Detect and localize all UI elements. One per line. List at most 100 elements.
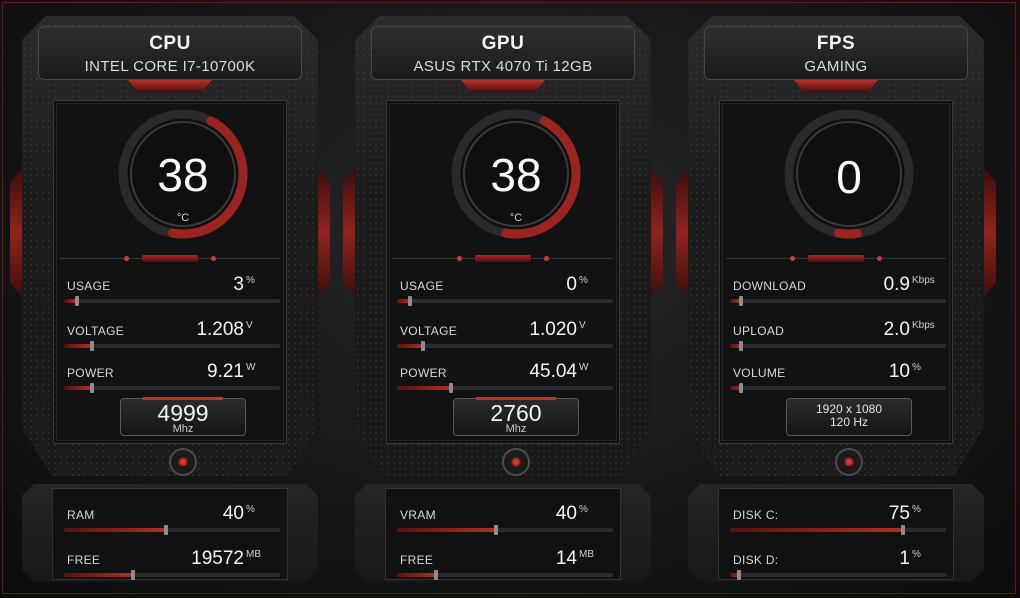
metric-value: 1 [899,548,910,569]
panel-subtitle: INTEL CORE I7-10700K [84,58,256,75]
metric-unit: W [579,362,589,373]
metric-free: FREE 19572 MB [64,540,304,580]
metric-value: 0.9 [883,274,910,295]
metric-slider[interactable] [397,341,613,351]
slider-knob[interactable] [449,383,453,393]
metric-label: RAM [67,508,95,522]
clock-value: 4999 [157,400,209,426]
slider-knob[interactable] [74,296,79,306]
metric-slider[interactable] [64,383,280,393]
metric-usage: USAGE 0 % [397,266,637,306]
metric-slider[interactable] [730,341,946,351]
display-readout: 1920 x 1080 120 Hz [786,398,912,436]
slider-knob[interactable] [90,341,95,351]
panel-title: FPS [816,33,856,54]
panel-right-accent [984,168,996,298]
panel-left-accent [676,168,688,298]
slider-knob[interactable] [163,525,168,535]
slider-knob[interactable] [900,525,905,535]
metric-disk-d: DISK D: 1 % [730,540,970,580]
slider-knob[interactable] [433,570,438,580]
slider-knob[interactable] [420,341,425,351]
metric-slider[interactable] [64,525,280,535]
metric-label: DOWNLOAD [733,279,807,293]
slider-knob[interactable] [738,296,743,306]
gauge-value: 38 [157,149,209,201]
metric-value: 75 [888,503,910,524]
gauge-value: 38 [490,149,542,201]
metric-value: 1.020 [529,319,577,340]
metric-power: POWER 45.04 W [397,353,637,393]
slider-knob[interactable] [494,525,499,535]
metric-label: DISK D: [733,553,779,567]
panel-subtitle: GAMING [804,58,868,75]
metric-label: VOLUME [733,366,786,380]
metric-label: POWER [67,366,114,380]
metric-unit: % [579,275,588,286]
metric-disk-c: DISK C: 75 % [730,495,970,535]
metric-unit: V [579,320,586,331]
metric-slider[interactable] [397,383,613,393]
metric-free: FREE 14 MB [397,540,637,580]
volume-slider[interactable] [730,383,946,393]
section-divider [393,254,613,263]
gauge-unit: °C [176,212,190,224]
metric-unit: % [579,504,588,515]
header-red-strip [794,80,878,92]
metric-label: VRAM [400,508,436,522]
clock-readout: 2760 Mhz [453,397,579,436]
metric-slider[interactable] [730,570,946,580]
metric-slider[interactable] [64,296,280,306]
metric-slider[interactable] [397,570,613,580]
slider-knob[interactable] [738,341,743,351]
metric-slider[interactable] [397,525,613,535]
metric-slider[interactable] [730,296,946,306]
display-refresh: 120 Hz [829,415,869,429]
metric-value: 19572 [191,548,244,569]
panel-header: GPU ASUS RTX 4070 Ti 12GB [371,26,635,80]
metric-unit: % [912,549,921,560]
metric-value: 0 [566,274,577,295]
gauge-unit: °C [509,212,523,224]
metric-unit: V [246,320,253,331]
metric-voltage: VOLTAGE 1.020 V [397,311,637,351]
metric-slider[interactable] [397,296,613,306]
clock-value: 2760 [490,400,542,426]
metric-label: FREE [67,553,101,567]
metric-slider[interactable] [64,341,280,351]
metric-value: 10 [888,361,910,382]
slider-knob[interactable] [738,383,743,393]
metric-label: UPLOAD [733,324,785,338]
metric-value: 1.208 [196,319,244,340]
metric-power: POWER 9.21 W [64,353,304,393]
metric-unit: MB [246,549,261,560]
slider-knob[interactable] [131,570,136,580]
metric-slider[interactable] [730,525,946,535]
metric-value: 2.0 [883,319,910,340]
slider-knob[interactable] [407,296,412,306]
metric-vram: VRAM 40 % [397,495,637,535]
panel-subtitle: ASUS RTX 4070 Ti 12GB [413,58,593,75]
metric-label: FREE [400,553,434,567]
panel-left-accent [10,168,22,298]
metric-unit: % [246,504,255,515]
panel-header: FPS GAMING [704,26,968,80]
fan-icon [169,448,197,476]
metric-label: USAGE [400,279,444,293]
metric-unit: Kbps [912,275,935,286]
fan-icon [502,448,530,476]
metric-ram: RAM 40 % [64,495,304,535]
section-divider [60,254,280,263]
metric-unit: % [912,504,921,515]
clock-unit: Mhz [172,423,194,435]
metric-slider[interactable] [64,570,280,580]
metric-label: VOLTAGE [400,324,458,338]
metric-label: POWER [400,366,447,380]
metric-value: 14 [555,548,577,569]
slider-knob[interactable] [736,570,741,580]
metric-unit: W [246,362,256,373]
metric-value: 40 [555,503,577,524]
slider-knob[interactable] [90,383,95,393]
metric-label: DISK C: [733,508,779,522]
panel-title: CPU [149,33,191,54]
